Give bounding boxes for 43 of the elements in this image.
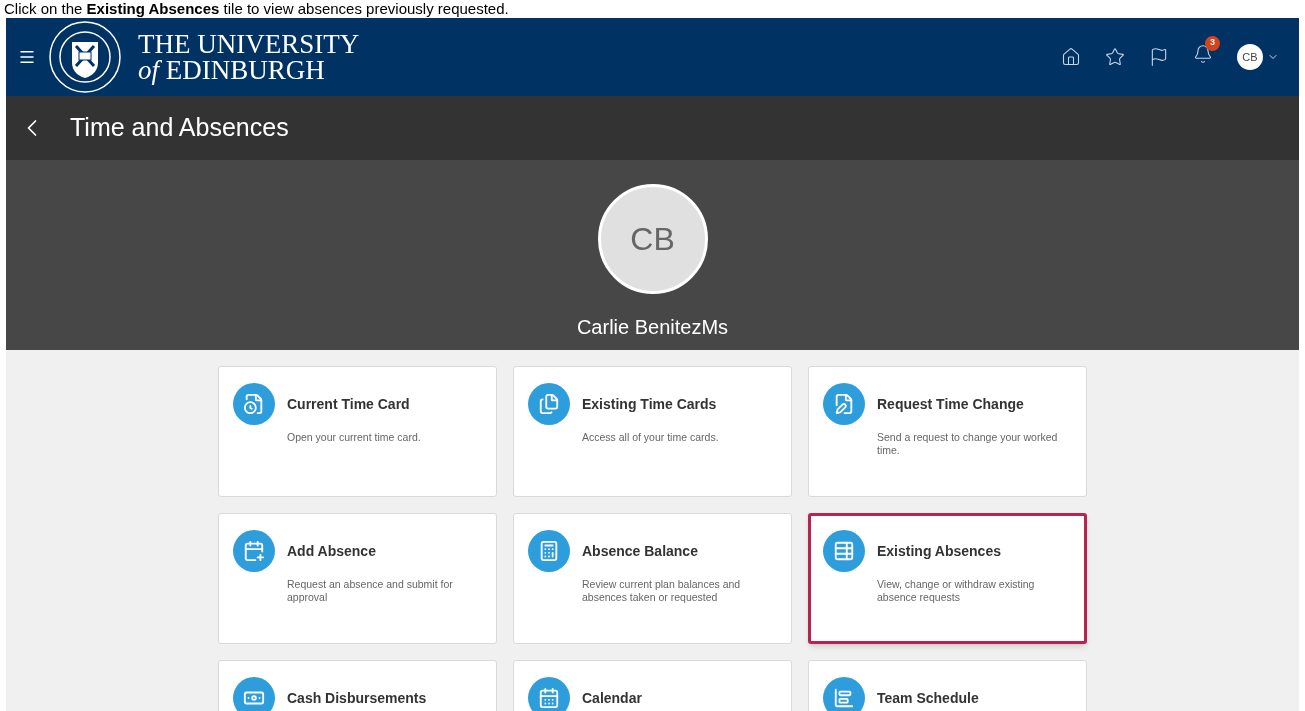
tile-description: Review current plan balances and absences taken or requested bbox=[582, 578, 742, 604]
tile-title: Current Time Card bbox=[287, 395, 411, 414]
tile-description: Request an absence and submit for approval bbox=[287, 578, 454, 604]
flag-icon[interactable] bbox=[1149, 47, 1169, 67]
app-tile[interactable]: Existing Absences View, change or withdraw existing absence requests bbox=[808, 513, 1087, 644]
tile-description: Open your current time card. bbox=[287, 431, 421, 444]
app-tile[interactable]: Request Time Change Send a request to change your worked time. bbox=[808, 366, 1087, 497]
app-tile[interactable]: Add Absence Request an absence and submit for approval bbox=[218, 513, 497, 644]
app-tile[interactable]: Calendar bbox=[513, 660, 792, 711]
home-icon[interactable] bbox=[1061, 47, 1081, 67]
menu-icon bbox=[18, 48, 36, 66]
tile-title: Existing Absences bbox=[877, 542, 1002, 561]
chart-icon bbox=[823, 677, 865, 711]
page-title: Time and Absences bbox=[70, 112, 289, 144]
calculator-icon bbox=[528, 530, 570, 572]
notification-badge: 3 bbox=[1205, 35, 1220, 51]
tile-title: Absence Balance bbox=[582, 542, 699, 561]
tile-title: Cash Disbursements bbox=[287, 689, 427, 708]
app-tile[interactable]: Existing Time Cards Access all of your time cards. bbox=[513, 366, 792, 497]
instruction-caption: Click on the Existing Absences tile to view absences previously requested. bbox=[3, 0, 510, 18]
tile-title: Team Schedule bbox=[877, 689, 979, 708]
logo-text: THE UNIVERSITY bbox=[138, 31, 360, 57]
app-tile[interactable]: Absence Balance Review current plan balances and absences taken or requested bbox=[513, 513, 792, 644]
star-icon[interactable] bbox=[1105, 47, 1125, 67]
app-tile[interactable]: Team Schedule bbox=[808, 660, 1087, 711]
app-tile[interactable]: Cash Disbursements bbox=[218, 660, 497, 711]
logo-text: of EDINBURGH bbox=[138, 57, 326, 83]
profile-avatar: CB bbox=[597, 184, 708, 294]
tile-description: Access all of your time cards. bbox=[582, 431, 719, 444]
tile-title: Calendar bbox=[582, 689, 642, 708]
app-tile[interactable]: Current Time Card Open your current time card. bbox=[218, 366, 497, 497]
profile-name: Carlie BenitezMs bbox=[576, 315, 729, 340]
tile-description: View, change or withdraw existing absence requests bbox=[877, 578, 1036, 604]
calendar-icon bbox=[528, 677, 570, 711]
tile-title: Existing Time Cards bbox=[582, 395, 718, 414]
notifications-icon[interactable] bbox=[1193, 43, 1213, 64]
banknote-icon bbox=[233, 677, 275, 711]
tile-title: Add Absence bbox=[287, 542, 377, 561]
document-pen-icon bbox=[823, 383, 865, 425]
tile-title: Request Time Change bbox=[877, 395, 1025, 414]
tile-description: Send a request to change your worked time. bbox=[877, 431, 1059, 457]
documents-icon bbox=[528, 383, 570, 425]
time-card-icon bbox=[233, 383, 275, 425]
